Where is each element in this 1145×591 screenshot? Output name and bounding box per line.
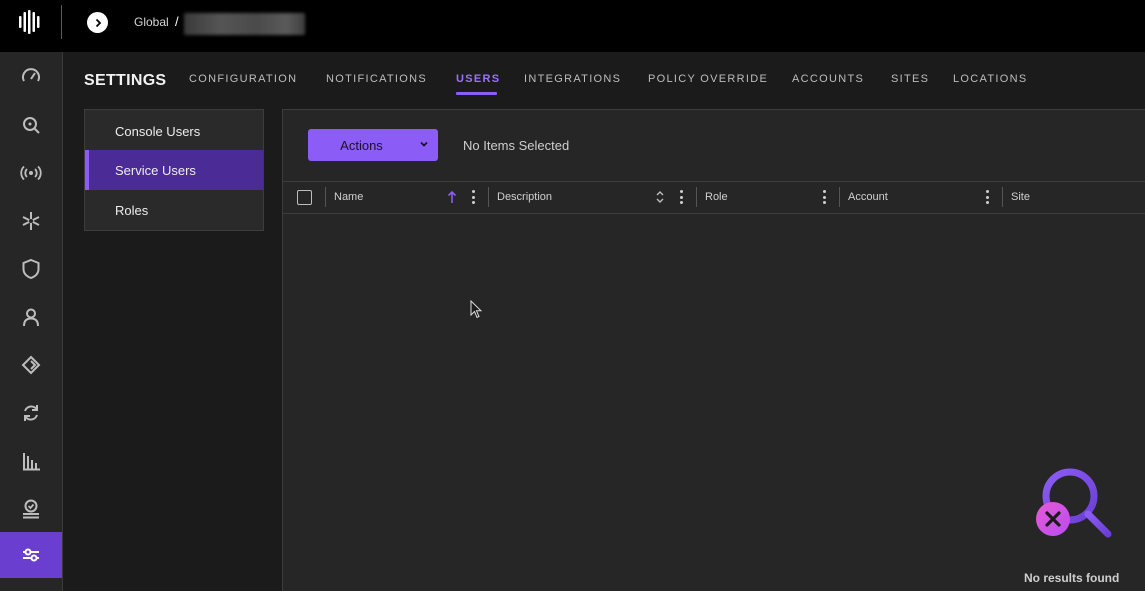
- tab-policy-override[interactable]: POLICY OVERRIDE: [648, 73, 768, 85]
- column-divider: [325, 187, 326, 207]
- tab-configuration[interactable]: CONFIGURATION: [189, 73, 297, 85]
- nav-network[interactable]: [0, 342, 62, 388]
- mouse-cursor-icon: [470, 300, 482, 319]
- column-header-name[interactable]: Name: [334, 191, 363, 203]
- submenu-roles[interactable]: Roles: [85, 190, 263, 230]
- tab-users[interactable]: USERS: [456, 73, 500, 85]
- dashboard-gauge-icon: [22, 68, 40, 82]
- nav-broadcast[interactable]: [0, 150, 62, 196]
- left-nav: [0, 52, 63, 591]
- settings-sliders-icon: [23, 548, 39, 562]
- sort-unsorted-icon[interactable]: [655, 190, 665, 204]
- bar-chart-icon: [23, 453, 40, 471]
- shield-icon: [22, 258, 40, 280]
- column-menu-account-icon[interactable]: [984, 189, 990, 205]
- page-title: SETTINGS: [84, 72, 167, 89]
- column-menu-role-icon[interactable]: [821, 189, 827, 205]
- badge-check-icon: [23, 499, 39, 519]
- column-menu-name-icon[interactable]: [470, 189, 476, 205]
- tab-accounts[interactable]: ACCOUNTS: [792, 73, 864, 85]
- search-icon: [23, 117, 40, 134]
- nav-reports[interactable]: [0, 438, 62, 484]
- expand-chevron-button[interactable]: [87, 12, 108, 33]
- sync-arrows-icon: [24, 405, 38, 421]
- breadcrumb-redacted-scope[interactable]: [184, 13, 305, 35]
- empty-state-message: No results found: [1024, 571, 1120, 585]
- breadcrumb-separator: /: [175, 14, 179, 29]
- sort-ascending-icon[interactable]: [447, 190, 457, 204]
- column-resize-handle[interactable]: [839, 187, 840, 207]
- column-header-account[interactable]: Account: [848, 191, 888, 203]
- top-bar: Global /: [0, 0, 1145, 52]
- tab-notifications[interactable]: NOTIFICATIONS: [326, 73, 427, 85]
- nav-search[interactable]: [0, 102, 62, 148]
- chevron-right-icon: [95, 18, 101, 27]
- actions-label: Actions: [340, 137, 383, 153]
- breadcrumb-global[interactable]: Global: [134, 15, 169, 29]
- submenu-service-users[interactable]: Service Users: [85, 150, 263, 190]
- column-header-site[interactable]: Site: [1011, 191, 1030, 203]
- column-menu-description-icon[interactable]: [678, 189, 684, 205]
- nav-compliance[interactable]: [0, 486, 62, 532]
- nav-sparkle[interactable]: [0, 198, 62, 244]
- tab-locations[interactable]: LOCATIONS: [953, 73, 1027, 85]
- column-resize-handle[interactable]: [1002, 187, 1003, 207]
- selection-status: No Items Selected: [463, 138, 570, 153]
- no-results-icon: [1036, 468, 1112, 538]
- broadcast-icon: [20, 165, 42, 181]
- nav-user[interactable]: [0, 294, 62, 340]
- active-tab-indicator: [456, 92, 497, 95]
- nav-settings[interactable]: [0, 532, 62, 578]
- network-diamond-icon: [21, 355, 41, 375]
- nav-dashboard[interactable]: [0, 54, 62, 100]
- select-all-checkbox[interactable]: [297, 190, 312, 205]
- column-resize-handle[interactable]: [696, 187, 697, 207]
- divider: [61, 5, 62, 39]
- actions-dropdown-button[interactable]: Actions: [308, 129, 438, 161]
- users-submenu: Console Users Service Users Roles: [84, 109, 264, 231]
- tab-sites[interactable]: SITES: [891, 73, 929, 85]
- submenu-console-users[interactable]: Console Users: [85, 111, 263, 151]
- user-icon: [23, 308, 39, 327]
- chevron-down-icon: [420, 141, 428, 147]
- column-header-role[interactable]: Role: [705, 191, 728, 203]
- tab-integrations[interactable]: INTEGRATIONS: [524, 73, 621, 85]
- brand-logo-icon[interactable]: [18, 10, 40, 34]
- column-header-description[interactable]: Description: [497, 191, 552, 203]
- nav-shield[interactable]: [0, 246, 62, 292]
- column-resize-handle[interactable]: [488, 187, 489, 207]
- nav-sync[interactable]: [0, 390, 62, 436]
- sparkle-icon: [22, 212, 40, 230]
